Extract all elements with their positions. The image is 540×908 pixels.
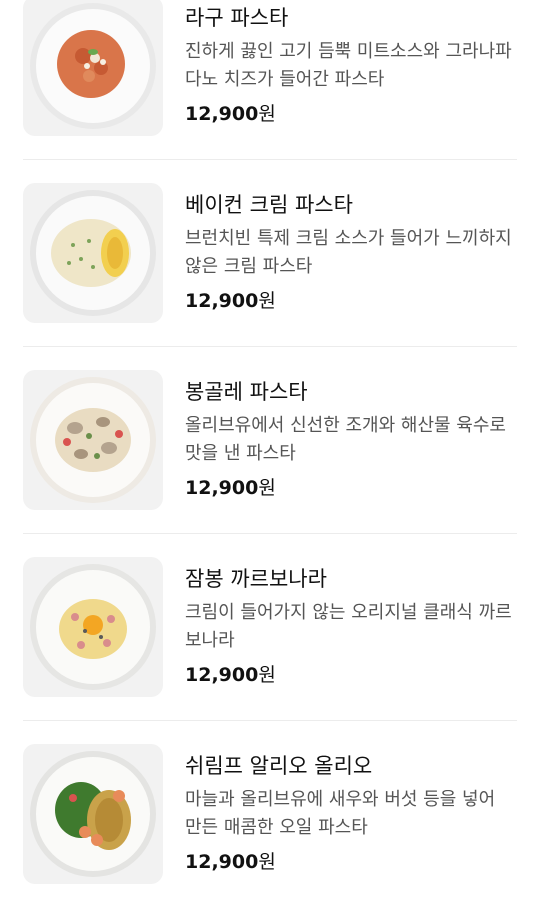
item-divider [23, 159, 517, 160]
menu-item-jambon-carbonara[interactable]: 잠봉 까르보나라 크림이 들어가지 않는 오리지널 클래식 까르보나라 12,9… [0, 557, 540, 721]
shrimp-aglio-olio-dish-icon[interactable] [23, 744, 163, 884]
menu-item-ragu-pasta[interactable]: 라구 파스타 진하게 끓인 고기 듬뿍 미트소스와 그라나파다노 치즈가 들어간… [0, 0, 540, 160]
ragu-pasta-dish-icon[interactable] [23, 0, 163, 136]
menu-item-name: 잠봉 까르보나라 [185, 567, 327, 591]
menu-item-name: 쉬림프 알리오 올리오 [185, 754, 373, 778]
menu-item-description: 크림이 들어가지 않는 오리지널 클래식 까르보나라 [185, 602, 512, 651]
vongole-pasta-dish-icon[interactable] [23, 370, 163, 510]
menu-item-price: 12,900원 [185, 662, 276, 688]
price-currency: 원 [258, 290, 276, 312]
price-amount: 12,900 [185, 477, 259, 499]
price-amount: 12,900 [185, 103, 259, 125]
item-divider [23, 720, 517, 721]
bacon-cream-pasta-dish-icon[interactable] [23, 183, 163, 323]
menu-item-name: 라구 파스타 [185, 6, 289, 30]
item-divider [23, 346, 517, 347]
menu-item-shrimp-aglio-olio[interactable]: 쉬림프 알리오 올리오 마늘과 올리브유에 새우와 버섯 등을 넣어 만든 매콤… [0, 744, 540, 908]
price-currency: 원 [258, 664, 276, 686]
menu-item-description: 브런치빈 특제 크림 소스가 들어가 느끼하지 않은 크림 파스타 [185, 228, 512, 277]
menu-item-price: 12,900원 [185, 849, 276, 875]
jambon-carbonara-dish-icon[interactable] [23, 557, 163, 697]
menu-item-price: 12,900원 [185, 475, 276, 501]
menu-item-price: 12,900원 [185, 288, 276, 314]
price-currency: 원 [258, 851, 276, 873]
menu-item-description: 올리브유에서 신선한 조개와 해산물 육수로 맛을 낸 파스타 [185, 415, 506, 464]
price-amount: 12,900 [185, 851, 259, 873]
item-divider [23, 533, 517, 534]
menu-item-bacon-cream-pasta[interactable]: 베이컨 크림 파스타 브런치빈 특제 크림 소스가 들어가 느끼하지 않은 크림… [0, 183, 540, 347]
menu-item-price: 12,900원 [185, 101, 276, 127]
price-amount: 12,900 [185, 290, 259, 312]
menu-item-vongole-pasta[interactable]: 봉골레 파스타 올리브유에서 신선한 조개와 해산물 육수로 맛을 낸 파스타 … [0, 370, 540, 534]
price-currency: 원 [258, 477, 276, 499]
menu-item-description: 진하게 끓인 고기 듬뿍 미트소스와 그라나파다노 치즈가 들어간 파스타 [185, 41, 512, 90]
menu-item-description: 마늘과 올리브유에 새우와 버섯 등을 넣어 만든 매콤한 오일 파스타 [185, 789, 496, 838]
menu-item-name: 봉골레 파스타 [185, 380, 308, 404]
menu-item-name: 베이컨 크림 파스타 [185, 193, 353, 217]
menu-list: 라구 파스타 진하게 끓인 고기 듬뿍 미트소스와 그라나파다노 치즈가 들어간… [0, 0, 540, 884]
price-amount: 12,900 [185, 664, 259, 686]
price-currency: 원 [258, 103, 276, 125]
